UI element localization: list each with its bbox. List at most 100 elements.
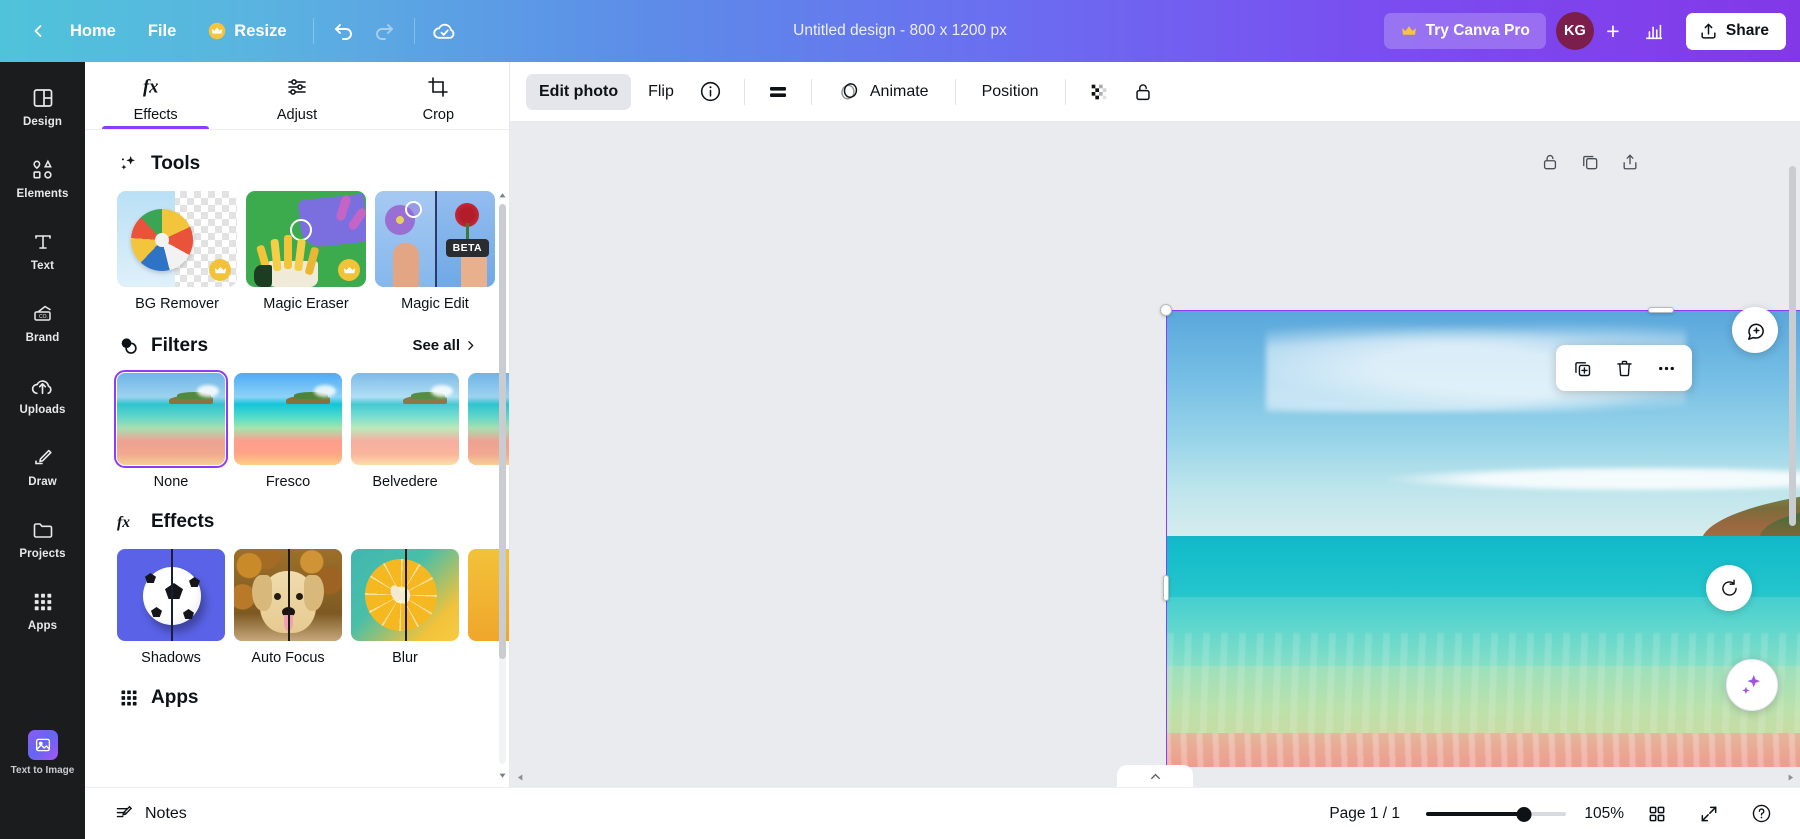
edit-photo-label: Edit photo	[539, 83, 618, 101]
tool-card-bg-remover[interactable]: BG Remover	[117, 191, 237, 312]
share-label: Share	[1726, 22, 1769, 40]
share-button[interactable]: Share	[1686, 13, 1786, 50]
transparency-button[interactable]	[1079, 72, 1119, 112]
text-t-icon	[30, 229, 56, 255]
tab-effects[interactable]: fx Effects	[85, 62, 226, 129]
insights-button[interactable]	[1634, 11, 1674, 51]
panel-scrollbar-track[interactable]	[499, 204, 506, 764]
apps-section-header: Apps	[117, 686, 477, 709]
effect-item-auto-focus[interactable]: Auto Focus	[234, 549, 342, 666]
folder-icon	[30, 517, 56, 543]
canvas-vertical-scrollbar[interactable]	[1782, 122, 1800, 767]
rail-item-elements[interactable]: Elements	[6, 148, 80, 207]
layers-bars-icon	[766, 80, 790, 104]
rotate-handle-button[interactable]	[1706, 565, 1752, 611]
avatar[interactable]: KG	[1556, 12, 1594, 50]
effects-thumb-row: Shadows	[117, 549, 477, 666]
tab-label: Adjust	[277, 107, 317, 123]
panel-scrollbar-thumb[interactable]	[499, 204, 506, 659]
fullscreen-button[interactable]	[1690, 795, 1728, 833]
filter-preview	[351, 373, 459, 465]
scroll-right-arrow[interactable]	[1780, 767, 1800, 787]
bottom-bar-wrap: Notes Page 1 / 1 105%	[0, 787, 1800, 839]
rail-label: Brand	[26, 332, 60, 344]
svg-text:CO.: CO.	[39, 314, 48, 320]
undo-button[interactable]	[324, 11, 364, 51]
rail-item-text[interactable]: Text	[6, 220, 80, 279]
edit-photo-button[interactable]: Edit photo	[526, 74, 631, 110]
more-options-button[interactable]	[1646, 350, 1686, 386]
document-title[interactable]: Untitled design - 800 x 1200 px	[779, 15, 1021, 47]
try-canva-pro-button[interactable]: Try Canva Pro	[1384, 13, 1546, 49]
bar-chart-icon	[1643, 20, 1665, 42]
page-indicator[interactable]: Page 1 / 1	[1317, 798, 1412, 830]
zoom-slider-knob[interactable]	[1517, 807, 1532, 822]
position-button[interactable]: Position	[969, 74, 1052, 110]
header-left-group: Home File Resize	[22, 11, 465, 51]
panel-scroll-up-arrow[interactable]	[497, 190, 508, 201]
home-button[interactable]: Home	[54, 14, 132, 49]
delete-button[interactable]	[1604, 350, 1644, 386]
duplicate-icon	[1580, 152, 1600, 172]
filter-label: None	[117, 474, 225, 490]
animate-label: Animate	[870, 83, 929, 101]
filters-section-header: Filters See all	[117, 334, 477, 357]
tab-adjust[interactable]: Adjust	[226, 62, 367, 129]
rail-item-apps[interactable]: Apps	[6, 580, 80, 639]
effect-preview	[234, 549, 342, 641]
lock-icon	[1540, 152, 1560, 172]
rail-item-brand[interactable]: CO. Brand	[6, 292, 80, 351]
handle-left-middle[interactable]	[1163, 575, 1169, 601]
effect-item-shadows[interactable]: Shadows	[117, 549, 225, 666]
selected-image-frame[interactable]	[1166, 310, 1800, 787]
panel-scroll-down-arrow[interactable]	[497, 770, 508, 781]
duplicate-button[interactable]	[1562, 350, 1602, 386]
zoom-slider[interactable]	[1426, 804, 1566, 824]
effect-label: Blur	[351, 650, 459, 666]
layers-button[interactable]	[758, 72, 798, 112]
rail-item-text-to-image[interactable]: Text to Image	[6, 721, 80, 783]
tools-section-header: Tools	[117, 152, 477, 175]
filter-item-belvedere[interactable]: Belvedere	[351, 373, 459, 490]
magic-studio-button[interactable]	[1726, 659, 1778, 711]
tool-card-magic-edit[interactable]: BETA Magic Edit	[375, 191, 495, 312]
rail-item-uploads[interactable]: Uploads	[6, 364, 80, 423]
page-duplicate-button[interactable]	[1572, 144, 1608, 180]
rail-item-design[interactable]: Design	[6, 76, 80, 135]
rail-item-projects[interactable]: Projects	[6, 508, 80, 567]
back-button[interactable]	[22, 15, 54, 47]
filter-item-none[interactable]: None	[117, 373, 225, 490]
redo-button[interactable]	[364, 11, 404, 51]
svg-text:fx: fx	[143, 77, 158, 98]
cloud-saved-button[interactable]	[425, 11, 465, 51]
resize-button[interactable]: Resize	[192, 14, 302, 49]
lock-button[interactable]	[1123, 72, 1163, 112]
flip-button[interactable]: Flip	[635, 74, 687, 110]
page-share-button[interactable]	[1612, 144, 1648, 180]
filter-item-fresco[interactable]: Fresco	[234, 373, 342, 490]
effect-item-blur[interactable]: Blur	[351, 549, 459, 666]
handle-top-left[interactable]	[1160, 304, 1172, 316]
file-menu-button[interactable]: File	[132, 14, 192, 49]
help-button[interactable]	[1742, 795, 1780, 833]
handle-top-center[interactable]	[1648, 307, 1674, 313]
grid-view-button[interactable]	[1638, 795, 1676, 833]
add-member-button[interactable]: +	[1596, 14, 1630, 48]
page-lock-button[interactable]	[1532, 144, 1568, 180]
expand-page-panel-tab[interactable]	[1117, 765, 1193, 787]
canvas-area[interactable]	[510, 122, 1800, 787]
scroll-left-arrow[interactable]	[510, 767, 530, 787]
tool-card-magic-eraser[interactable]: Magic Eraser	[246, 191, 366, 312]
image-actions-toolbar	[1556, 345, 1692, 391]
header-divider-1	[313, 18, 314, 44]
animate-button[interactable]: Animate	[825, 71, 942, 112]
notes-icon	[114, 803, 135, 824]
tab-crop[interactable]: Crop	[368, 62, 509, 129]
position-label: Position	[982, 83, 1039, 101]
info-button[interactable]	[691, 72, 731, 112]
add-comment-button[interactable]	[1732, 307, 1778, 353]
rail-item-draw[interactable]: Draw	[6, 436, 80, 495]
canvas-vertical-scroll-thumb[interactable]	[1789, 166, 1796, 526]
notes-button[interactable]: Notes	[103, 795, 198, 832]
filters-see-all-button[interactable]: See all	[412, 337, 477, 354]
